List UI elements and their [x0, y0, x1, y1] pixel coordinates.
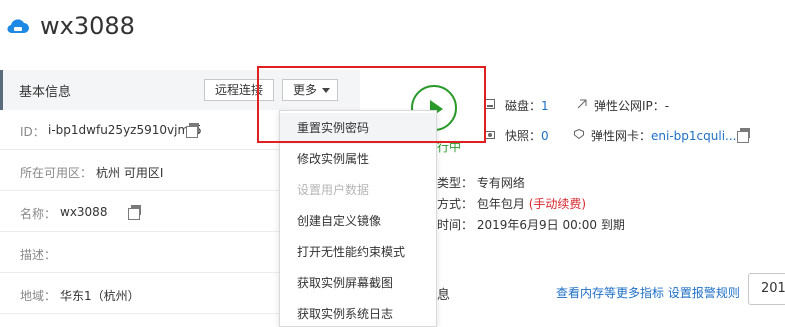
copy-icon[interactable] — [128, 205, 141, 220]
id-label: ID： — [20, 125, 45, 139]
menu-item-screenshot[interactable]: 获取实例屏幕截图 — [280, 268, 436, 299]
network-type-label: 类型： — [437, 176, 474, 190]
copy-icon[interactable] — [186, 123, 199, 138]
network-type-line: 类型： 专有网络 — [437, 174, 525, 191]
year-select[interactable]: 201 — [748, 273, 785, 305]
menu-item-unlimited-mode[interactable]: 打开无性能约束模式 — [280, 237, 436, 268]
zone-label: 所在可用区： — [20, 166, 93, 180]
description-label: 描述： — [20, 248, 57, 262]
region-label: 地域： — [20, 289, 57, 303]
snapshot-label: 快照： — [505, 129, 542, 143]
billing-note: (手动续费) — [528, 197, 587, 211]
menu-item-set-user-data: 设置用户数据 — [297, 183, 370, 197]
basic-info-title: 基本信息 — [19, 85, 72, 100]
snapshot-icon — [485, 131, 495, 139]
eip-value: - — [664, 99, 670, 113]
page-title: wx3088 — [40, 12, 135, 40]
eni-icon — [574, 129, 584, 139]
snapshot-count[interactable]: 0 — [541, 129, 549, 143]
monitor-heading: 息 — [437, 288, 451, 303]
billing-label: 方式： — [437, 197, 474, 211]
eni-label: 弹性网卡： — [591, 129, 652, 143]
expiry-line: 时间： 2019年6月9日 00:00 到期 — [437, 216, 625, 233]
disk-label: 磁盘： — [505, 99, 542, 113]
region-value: 华东1（杭州） — [60, 289, 140, 303]
billing-line: 方式： 包年包月 (手动续费) — [437, 195, 586, 212]
disk-stat: 磁盘：1 — [505, 97, 549, 114]
menu-item-modify-attributes[interactable]: 修改实例属性 — [280, 144, 436, 175]
expiry-label: 时间： — [437, 218, 474, 232]
snapshot-stat: 快照：0 — [505, 127, 549, 144]
eip-stat: 弹性公网IP：- — [594, 97, 669, 114]
eip-label: 弹性公网IP： — [594, 99, 665, 113]
monitor-links[interactable]: 查看内存等更多指标 设置报警规则 — [556, 284, 740, 301]
name-label: 名称： — [20, 207, 57, 221]
id-value: i-bp1dwfu25yz5910vjmr5 — [48, 123, 202, 137]
disk-icon — [485, 99, 495, 109]
cloud-server-icon — [7, 19, 29, 34]
eni-value[interactable]: eni-bp1cquli... — [651, 129, 736, 143]
annotation-highlight-box — [257, 66, 486, 143]
network-type-value: 专有网络 — [476, 176, 525, 190]
disk-count[interactable]: 1 — [541, 99, 549, 113]
instance-header: wx3088 — [0, 0, 785, 58]
copy-icon[interactable] — [737, 128, 750, 143]
name-value: wx3088 — [60, 205, 108, 219]
menu-item-create-image[interactable]: 创建自定义镜像 — [280, 206, 436, 237]
eni-stat: 弹性网卡：eni-bp1cquli... — [591, 127, 736, 144]
eip-icon — [577, 99, 587, 109]
zone-value: 杭州 可用区I — [96, 166, 164, 180]
menu-item-system-log[interactable]: 获取实例系统日志 — [280, 299, 436, 327]
billing-value: 包年包月 — [476, 197, 525, 211]
expiry-value: 2019年6月9日 00:00 到期 — [476, 218, 625, 232]
